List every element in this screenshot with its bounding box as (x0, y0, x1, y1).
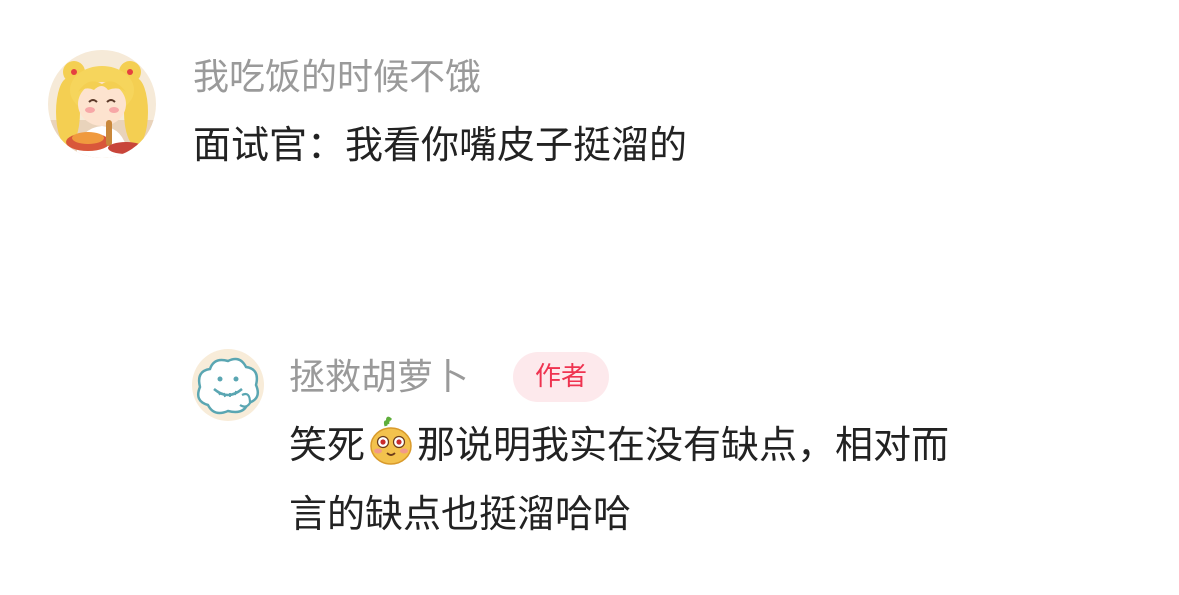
cute-potato-emoji-icon (370, 416, 412, 465)
replier-username[interactable]: 拯救胡萝卜 (289, 356, 469, 400)
commenter-avatar[interactable] (48, 50, 156, 158)
sailor-moon-eating-avatar (48, 50, 156, 158)
commenter-username[interactable]: 我吃饭的时候不饿 (193, 56, 481, 100)
author-badge: 作者 (513, 352, 609, 402)
reply-text-line-2: 言的缺点也挺溜哈哈 (289, 492, 632, 536)
reply-text-after-emoji: 那说明我实在没有缺点，相对而 (417, 423, 950, 467)
reply-text-before-emoji: 笑死 (289, 423, 366, 467)
comment-text: 面试官：我看你嘴皮子挺溜的 (193, 123, 688, 167)
reply-text-line-1: 笑死 那说明我实在没有缺点，相对而 (289, 414, 949, 476)
replier-avatar[interactable] (192, 349, 264, 421)
cartoon-cloud-avatar (192, 349, 264, 421)
